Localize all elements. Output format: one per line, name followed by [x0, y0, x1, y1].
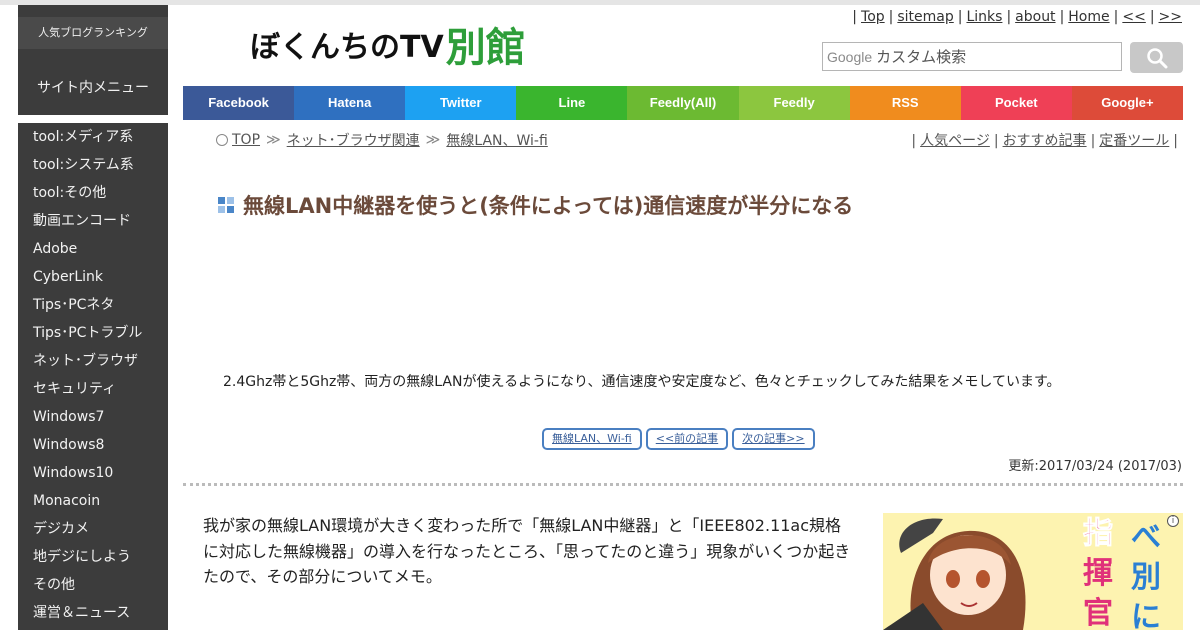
next-article-button[interactable]: 次の記事>>: [732, 428, 815, 450]
advertisement[interactable]: 指 揮 官 べ 別 に i: [883, 513, 1183, 630]
sidebar: 人気ブログランキング サイト内メニュー tool:メディア系 tool:システム…: [18, 5, 168, 630]
sidebar-item[interactable]: Tips･PCネタ: [18, 291, 168, 319]
article-intro: 2.4Ghz帯と5Ghz帯、両方の無線LANが使えるようになり、通信速度や安定度…: [223, 374, 1061, 390]
site-logo[interactable]: ぼくんちのTV 別館: [250, 18, 526, 71]
logo-main-text: ぼくんちのTV: [250, 30, 444, 65]
breadcrumb-separator: ≫: [266, 132, 281, 148]
sidebar-item[interactable]: Windows7: [18, 403, 168, 431]
top-link-next[interactable]: >>: [1159, 9, 1182, 25]
svg-text:に: に: [1131, 600, 1161, 630]
link-recommended[interactable]: おすすめ記事: [1003, 133, 1087, 149]
share-hatena[interactable]: Hatena: [294, 86, 406, 120]
top-link-top[interactable]: Top: [861, 9, 885, 25]
share-facebook[interactable]: Facebook: [183, 86, 295, 120]
title-squares-icon: [218, 197, 234, 213]
search-input[interactable]: Google カスタム検索: [822, 42, 1122, 71]
top-link-prev[interactable]: <<: [1122, 9, 1145, 25]
circle-icon: [216, 134, 228, 146]
sidebar-item[interactable]: tool:メディア系: [18, 123, 168, 151]
breadcrumb: TOP ≫ ネット･ブラウザ関連 ≫ 無線LAN、Wi-fi: [216, 130, 548, 150]
share-twitter[interactable]: Twitter: [405, 86, 517, 120]
sidebar-item[interactable]: CyberLink: [18, 263, 168, 291]
search-button[interactable]: [1130, 42, 1183, 73]
breadcrumb-category[interactable]: ネット･ブラウザ関連: [287, 130, 420, 150]
svg-text:別: 別: [1131, 560, 1161, 595]
sidebar-item[interactable]: Monacoin: [18, 487, 168, 515]
sidebar-item[interactable]: Windows10: [18, 459, 168, 487]
share-rss[interactable]: RSS: [849, 86, 961, 120]
top-link-links[interactable]: Links: [966, 9, 1002, 25]
share-line[interactable]: Line: [516, 86, 628, 120]
sidebar-item[interactable]: 運営＆ニュース: [18, 599, 168, 627]
link-popular[interactable]: 人気ページ: [920, 133, 990, 149]
share-google-plus[interactable]: Google+: [1071, 86, 1183, 120]
sidebar-item[interactable]: その他: [18, 571, 168, 599]
page-title: 無線LAN中継器を使うと(条件によっては)通信速度が半分になる: [243, 194, 854, 218]
sidebar-item[interactable]: Tips･PCトラブル: [18, 319, 168, 347]
sidebar-item[interactable]: tool:その他: [18, 179, 168, 207]
ranking-banner[interactable]: 人気ブログランキング: [18, 17, 168, 49]
top-nav-links: | Top | sitemap | Links | about | Home | << | >>: [852, 9, 1182, 25]
article-nav-buttons: 無線LAN、Wi-fi <<前の記事 次の記事>>: [542, 428, 815, 450]
article-title-row: 無線LAN中継器を使うと(条件によっては)通信速度が半分になる: [218, 190, 853, 220]
sidebar-item[interactable]: 地デジにしよう: [18, 543, 168, 571]
top-border: [0, 0, 1200, 5]
top-link-about[interactable]: about: [1015, 9, 1055, 25]
svg-text:指: 指: [1083, 516, 1113, 551]
share-feedly-all[interactable]: Feedly(All): [627, 86, 739, 120]
info-icon[interactable]: i: [1167, 515, 1179, 527]
link-tools[interactable]: 定番ツール: [1099, 133, 1169, 149]
sidebar-item[interactable]: ネット･ブラウザ: [18, 347, 168, 375]
breadcrumb-top[interactable]: TOP: [232, 132, 260, 148]
sidebar-item[interactable]: 動画エンコード: [18, 207, 168, 235]
svg-text:官: 官: [1083, 596, 1113, 630]
social-share-bar: Facebook Hatena Twitter Line Feedly(All)…: [183, 86, 1183, 120]
featured-links: | 人気ページ | おすすめ記事 | 定番ツール |: [911, 133, 1178, 149]
top-link-sitemap[interactable]: sitemap: [897, 9, 953, 25]
top-link-home[interactable]: Home: [1068, 9, 1109, 25]
sidebar-divider: [18, 115, 168, 123]
svg-text:べ: べ: [1131, 520, 1161, 555]
ad-illustration: 指 揮 官 べ 別 に: [883, 513, 1183, 630]
search-placeholder: カスタム検索: [876, 48, 967, 66]
article-body: 我が家の無線LAN環境が大きく変わった所で「無線LAN中継器」と「IEEE802…: [203, 516, 851, 586]
sidebar-menu-title: サイト内メニュー: [37, 80, 149, 96]
sidebar-item[interactable]: セキュリティ: [18, 375, 168, 403]
share-feedly[interactable]: Feedly: [738, 86, 850, 120]
sidebar-menu: tool:メディア系 tool:システム系 tool:その他 動画エンコード A…: [18, 123, 168, 627]
category-button[interactable]: 無線LAN、Wi-fi: [542, 428, 642, 450]
search-brand: Google: [827, 48, 873, 65]
breadcrumb-subcategory[interactable]: 無線LAN、Wi-fi: [446, 130, 547, 150]
logo-accent-text: 別館: [445, 25, 526, 71]
dotted-divider: [183, 483, 1183, 486]
breadcrumb-separator: ≫: [425, 132, 441, 148]
updated-date: 更新:2017/03/24 (2017/03): [1008, 459, 1182, 474]
sidebar-item[interactable]: デジカメ: [18, 515, 168, 543]
sidebar-item[interactable]: Windows8: [18, 431, 168, 459]
magnifier-icon: [1146, 47, 1167, 68]
share-pocket[interactable]: Pocket: [960, 86, 1072, 120]
prev-article-button[interactable]: <<前の記事: [645, 428, 729, 450]
sidebar-item[interactable]: tool:システム系: [18, 151, 168, 179]
sidebar-item[interactable]: Adobe: [18, 235, 168, 263]
svg-text:揮: 揮: [1083, 556, 1113, 591]
